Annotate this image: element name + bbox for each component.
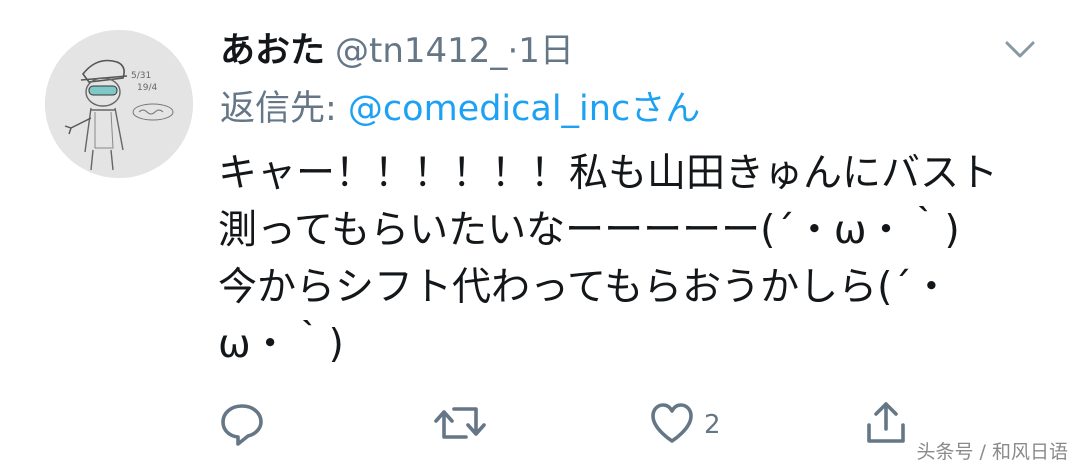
reply-button[interactable]	[218, 400, 266, 450]
reply-suffix: さん	[630, 89, 701, 129]
reply-icon	[218, 399, 266, 451]
chevron-down-icon[interactable]	[1000, 34, 1040, 64]
retweet-button[interactable]	[432, 400, 488, 450]
like-count: 2	[704, 410, 721, 440]
tweet-card: 5/31 19/4 あおた @tn1412_·1日 返信先: @comedical…	[0, 0, 1080, 470]
avatar[interactable]: 5/31 19/4	[45, 30, 193, 178]
retweet-icon	[432, 399, 488, 451]
share-icon	[862, 399, 910, 451]
tweet-timestamp[interactable]: 1日	[518, 31, 574, 71]
share-button[interactable]	[862, 400, 910, 450]
reply-mention-link[interactable]: @comedical_inc	[348, 89, 630, 129]
watermark: 头条号 / 和风日语	[916, 441, 1068, 463]
separator-dot: ·	[507, 31, 519, 71]
svg-text:5/31: 5/31	[131, 71, 151, 81]
like-button[interactable]: 2	[648, 400, 721, 450]
user-handle[interactable]: @tn1412_	[335, 31, 507, 71]
tweet-header: あおた @tn1412_·1日	[220, 22, 574, 71]
reply-context: 返信先: @comedical_incさん	[220, 80, 700, 131]
reply-prefix: 返信先:	[220, 89, 348, 129]
svg-text:19/4: 19/4	[137, 83, 157, 93]
avatar-sketch: 5/31 19/4	[45, 30, 193, 178]
tweet-text: キャー！！！！！！私も山田きゅんにバスト測ってもらいたいなーーーーー(´・ω・｀…	[218, 151, 999, 367]
display-name[interactable]: あおた	[220, 31, 325, 71]
like-icon	[648, 399, 696, 451]
